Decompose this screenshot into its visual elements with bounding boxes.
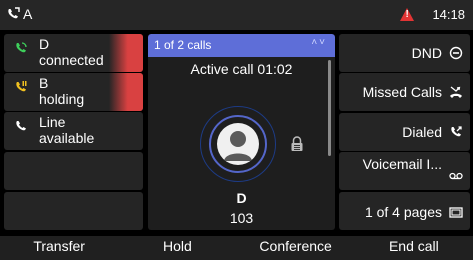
line-alert-indicator <box>109 73 143 111</box>
end-call-softkey[interactable]: End call <box>355 236 473 260</box>
hold-softkey[interactable]: Hold <box>118 236 236 260</box>
voicemail-button[interactable]: Voicemail I... <box>339 152 470 190</box>
scrollbar[interactable] <box>328 60 331 156</box>
voicemail-label: Voicemail I... <box>362 156 442 172</box>
call-switch-arrows-icon[interactable]: ˄˅ <box>311 37 327 48</box>
missed-calls-icon <box>450 86 462 98</box>
dialed-calls-icon <box>451 126 462 137</box>
line-key-status: holding <box>39 91 85 107</box>
account-indicator: A <box>6 6 32 22</box>
status-bar: A 14:18 <box>0 0 473 30</box>
missed-calls-button[interactable]: Missed Calls <box>339 73 470 111</box>
account-name: A <box>23 6 33 22</box>
line-key-status: available <box>39 130 95 146</box>
phone-icon <box>16 121 26 131</box>
phone-connected-icon <box>16 42 27 53</box>
voicemail-icon <box>449 172 463 180</box>
dnd-icon <box>449 46 463 60</box>
line-key-name: B <box>39 75 49 91</box>
phone-account-icon <box>8 7 20 19</box>
avatar <box>217 123 259 165</box>
line-key-5[interactable] <box>4 192 143 230</box>
phone-hold-icon <box>16 81 27 92</box>
missed-calls-label: Missed Calls <box>362 84 442 100</box>
line-key-1[interactable]: D connected <box>4 34 143 72</box>
caller-name: D <box>236 190 247 206</box>
dnd-label: DND <box>411 45 442 61</box>
line-key-4[interactable] <box>4 152 143 190</box>
transfer-softkey[interactable]: Transfer <box>0 236 118 260</box>
call-counter-header: 1 of 2 calls ˄˅ <box>148 34 335 57</box>
line-key-name: Line <box>39 114 66 130</box>
encryption-lock-icon <box>291 136 303 151</box>
page-indicator: 1 of 4 pages <box>364 204 442 220</box>
caller-number: 103 <box>229 210 254 226</box>
dialed-label: Dialed <box>402 124 442 140</box>
line-key-status: connected <box>39 52 104 68</box>
user-icon <box>224 131 252 161</box>
line-key-2[interactable]: B holding <box>4 73 143 111</box>
clock: 14:18 <box>432 7 465 22</box>
line-key-name: D <box>39 36 50 52</box>
call-counter: 1 of 2 calls <box>154 38 212 52</box>
softkey-bar: Transfer Hold Conference End call <box>0 236 473 260</box>
line-key-3[interactable]: Line available <box>4 112 143 150</box>
warning-icon[interactable] <box>400 8 415 21</box>
dnd-button[interactable]: DND <box>339 34 470 72</box>
active-call-panel: 1 of 2 calls ˄˅ Active call 01:02 D 103 <box>148 34 335 230</box>
conference-softkey[interactable]: Conference <box>237 236 355 260</box>
call-status: Active call 01:02 <box>190 61 293 77</box>
pages-icon <box>449 207 463 218</box>
page-switch-button[interactable]: 1 of 4 pages <box>339 192 470 230</box>
avatar-frame <box>200 106 276 182</box>
dialed-button[interactable]: Dialed <box>339 113 470 151</box>
line-alert-indicator <box>109 34 143 72</box>
